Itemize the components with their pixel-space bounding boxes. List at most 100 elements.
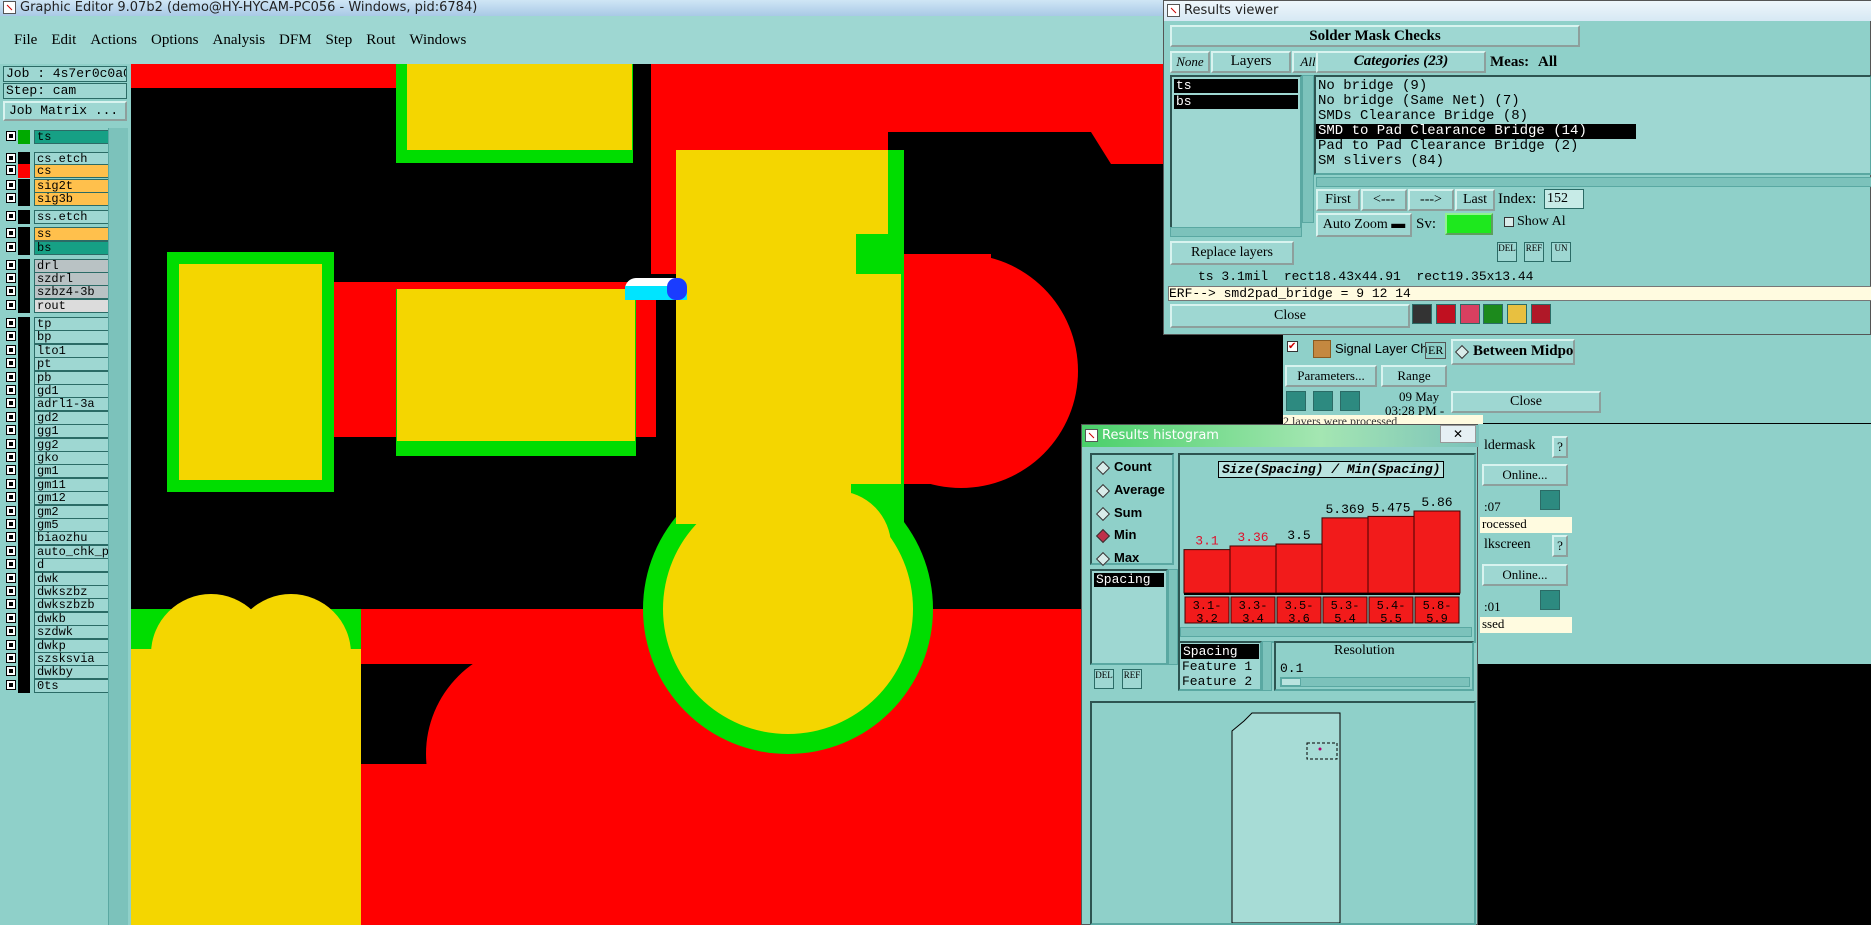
online-button-1[interactable]: Online...: [1482, 464, 1568, 486]
layer-color-swatch[interactable]: [18, 679, 30, 693]
layer-row[interactable]: sig2t: [6, 179, 124, 193]
graphic-canvas[interactable]: [131, 64, 1166, 925]
layer-checkbox[interactable]: [6, 242, 16, 252]
report-icon[interactable]: [1507, 304, 1527, 324]
menu-step[interactable]: Step: [326, 16, 353, 64]
first-button[interactable]: First: [1316, 189, 1360, 211]
layer-checkbox[interactable]: [6, 385, 16, 395]
option-average[interactable]: Average: [1095, 482, 1165, 498]
sv-color-select[interactable]: [1445, 213, 1493, 235]
run-icon-3[interactable]: [1340, 391, 1360, 411]
layers-button[interactable]: Layers: [1211, 51, 1291, 73]
layer-checkbox[interactable]: [6, 193, 16, 203]
layer-checkbox[interactable]: [6, 398, 16, 408]
layer-color-swatch[interactable]: [18, 612, 30, 626]
layer-checkbox[interactable]: [6, 345, 16, 355]
q-button-2[interactable]: ?: [1552, 535, 1568, 557]
layer-checkbox[interactable]: [6, 465, 16, 475]
option-min[interactable]: Min: [1095, 527, 1136, 543]
layer-row[interactable]: lto1: [6, 344, 124, 358]
layer-checkbox[interactable]: [6, 286, 16, 296]
layer-checkbox[interactable]: [6, 479, 16, 489]
layer-row[interactable]: dwkszbz: [6, 585, 124, 599]
layer-checkbox[interactable]: [6, 640, 16, 650]
chart-hscroll[interactable]: [1180, 627, 1472, 637]
layer-color-swatch[interactable]: [18, 344, 30, 358]
layer-checkbox[interactable]: [6, 318, 16, 328]
layer-color-swatch[interactable]: [18, 330, 30, 344]
range-button[interactable]: Range: [1381, 365, 1447, 387]
layer-checkbox[interactable]: [6, 559, 16, 569]
layer-row[interactable]: gg1: [6, 424, 124, 438]
layer-checkbox[interactable]: [6, 532, 16, 542]
layer-checkbox[interactable]: [6, 586, 16, 596]
layer-row[interactable]: pt: [6, 357, 124, 371]
layer-row[interactable]: ss.etch: [6, 210, 124, 224]
layer-checkbox[interactable]: [6, 666, 16, 676]
layer-row[interactable]: 0ts: [6, 679, 124, 693]
auto-zoom-select[interactable]: Auto Zoom ▬: [1316, 213, 1412, 237]
histogram-bar[interactable]: [1367, 515, 1415, 594]
layer-color-swatch[interactable]: [18, 130, 30, 144]
results-close-button[interactable]: Close: [1170, 304, 1410, 328]
layer-row[interactable]: gm12: [6, 491, 124, 505]
layer-color-swatch[interactable]: [18, 299, 30, 313]
layer-checkbox[interactable]: [6, 131, 16, 141]
run-icon-2[interactable]: [1313, 391, 1333, 411]
layer-checkbox[interactable]: [6, 211, 16, 221]
parameters-button[interactable]: Parameters...: [1285, 365, 1377, 387]
field-item[interactable]: Feature 1: [1180, 659, 1260, 674]
run-icon-1[interactable]: [1286, 391, 1306, 411]
slider-thumb[interactable]: [1281, 678, 1301, 686]
layer-color-swatch[interactable]: [18, 192, 30, 206]
layer-row[interactable]: biaozhu: [6, 531, 124, 545]
layer-checkbox[interactable]: [6, 519, 16, 529]
layer-checkbox[interactable]: [6, 680, 16, 690]
layer-color-swatch[interactable]: [18, 531, 30, 545]
layer-checkbox[interactable]: [6, 492, 16, 502]
layer-row[interactable]: gm5: [6, 518, 124, 532]
layer-color-swatch[interactable]: [18, 665, 30, 679]
layer-list-hscroll[interactable]: [1170, 227, 1302, 237]
layer-checkbox[interactable]: [6, 506, 16, 516]
layer-color-swatch[interactable]: [18, 451, 30, 465]
layer-color-swatch[interactable]: [18, 210, 30, 224]
option-sum[interactable]: Sum: [1095, 505, 1142, 521]
category-item[interactable]: SM slivers (84): [1316, 154, 1870, 169]
field-item[interactable]: Spacing: [1181, 644, 1259, 659]
categories-hscroll[interactable]: [1316, 177, 1871, 187]
histogram-list-item[interactable]: Spacing: [1094, 573, 1164, 587]
menu-analysis[interactable]: Analysis: [213, 16, 266, 64]
layer-row[interactable]: dwkszbzb: [6, 598, 124, 612]
layer-color-swatch[interactable]: [18, 424, 30, 438]
layer-row[interactable]: auto_chk_pn: [6, 545, 124, 559]
layer-row[interactable]: drl: [6, 259, 124, 273]
layer-color-swatch[interactable]: [18, 652, 30, 666]
checkbox-icon[interactable]: ✔: [1287, 341, 1298, 352]
option-count[interactable]: Count: [1095, 459, 1152, 475]
layer-color-swatch[interactable]: [18, 478, 30, 492]
layer-checkbox[interactable]: [6, 452, 16, 462]
layer-checkbox[interactable]: [6, 300, 16, 310]
category-item[interactable]: No bridge (Same Net) (7): [1316, 94, 1870, 109]
none-button[interactable]: None: [1170, 51, 1210, 73]
layer-color-swatch[interactable]: [18, 598, 30, 612]
layer-color-swatch[interactable]: [18, 625, 30, 639]
layer-results-item[interactable]: ts: [1174, 79, 1298, 93]
layer-color-swatch[interactable]: [18, 411, 30, 425]
between-close-button[interactable]: Close: [1451, 391, 1601, 413]
layer-color-swatch[interactable]: [18, 227, 30, 241]
last-button[interactable]: Last: [1455, 189, 1495, 211]
layer-row[interactable]: szsksvia: [6, 652, 124, 666]
layer-checkbox[interactable]: [6, 412, 16, 422]
layer-color-swatch[interactable]: [18, 572, 30, 586]
layer-color-swatch[interactable]: [18, 491, 30, 505]
layer-checkbox[interactable]: [6, 358, 16, 368]
histogram-bar[interactable]: [1275, 543, 1323, 594]
layer-row[interactable]: d: [6, 558, 124, 572]
layer-checkbox[interactable]: [6, 165, 16, 175]
histogram-bar[interactable]: [1413, 510, 1461, 594]
histogram-close-icon[interactable]: ✕: [1440, 425, 1476, 443]
meas-select[interactable]: All: [1538, 54, 1557, 71]
resolution-slider[interactable]: [1280, 677, 1470, 687]
